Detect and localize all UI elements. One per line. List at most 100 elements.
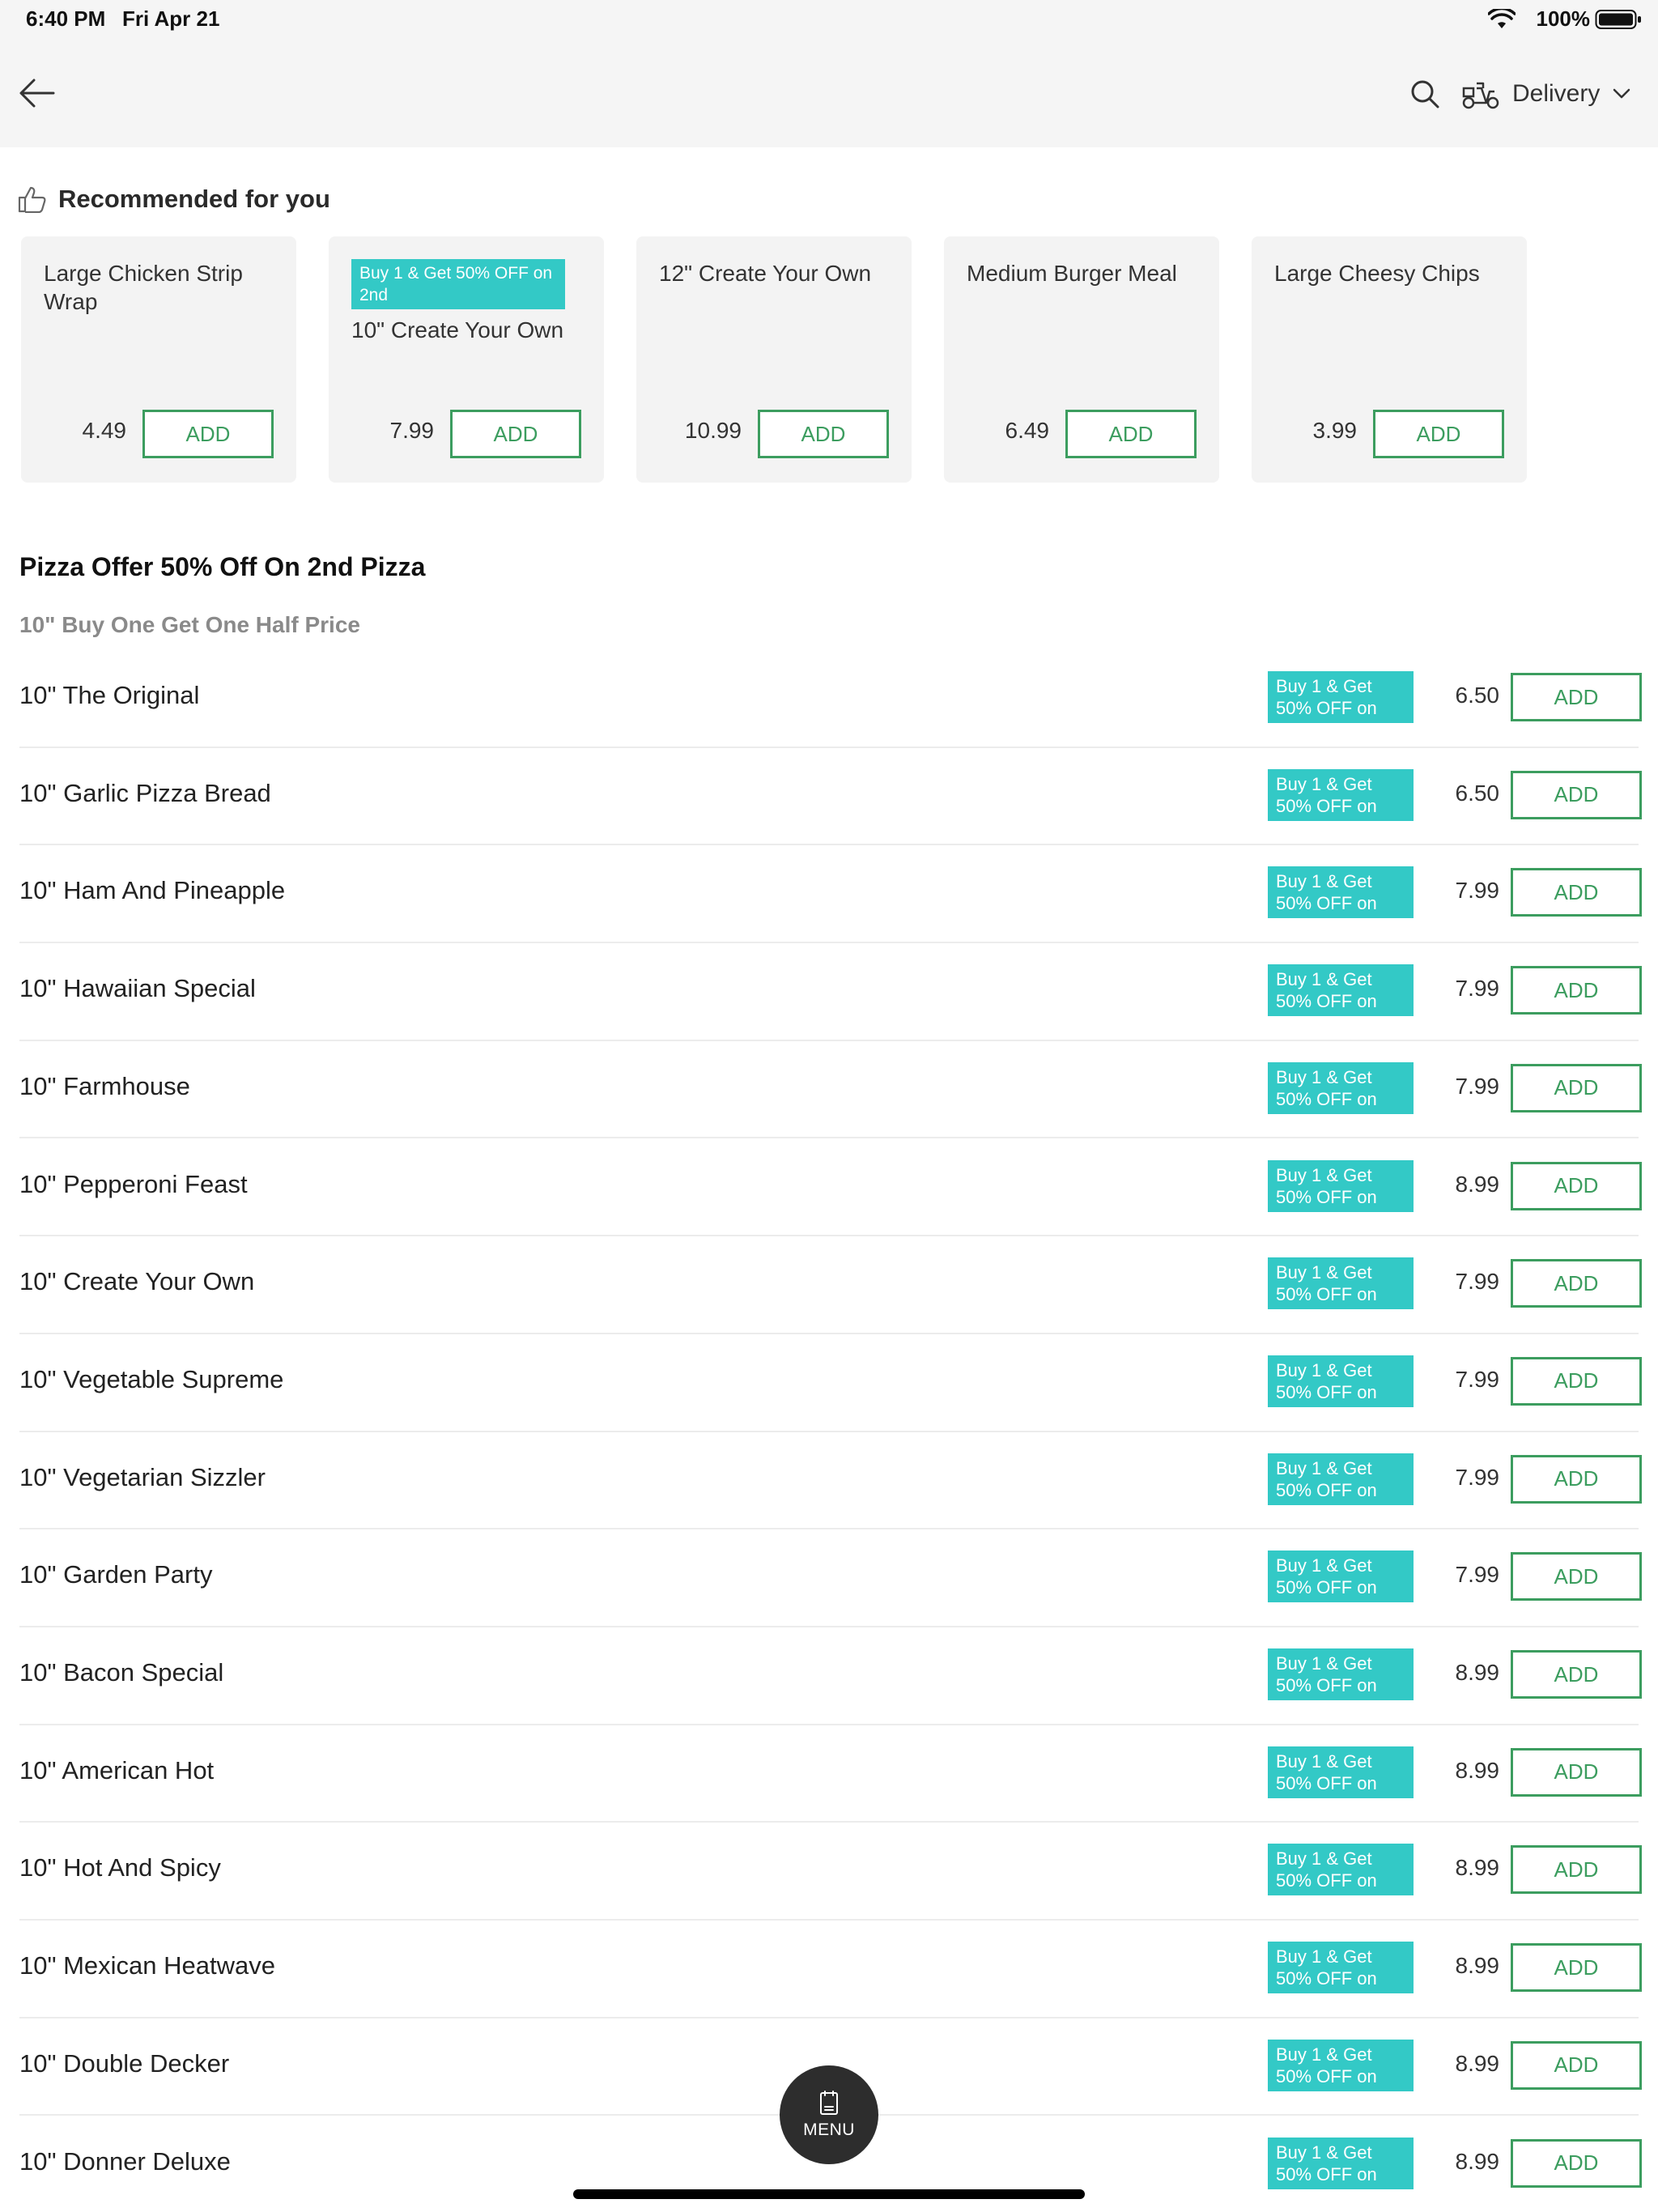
- menu-item-name: 10" Farmhouse: [19, 1071, 190, 1100]
- offer-badge: Buy 1 & Get 50% OFF on 2nd: [1268, 2137, 1414, 2206]
- add-button[interactable]: ADD: [1373, 410, 1504, 458]
- menu-item-name: 10" American Hot: [19, 1755, 215, 1784]
- add-button[interactable]: ADD: [1511, 1259, 1642, 1308]
- offer-badge: Buy 1 & Get 50% OFF on 2nd: [1268, 1746, 1414, 1815]
- recommended-item-name: Large Chicken Strip Wrap: [44, 261, 243, 314]
- recommended-card[interactable]: 12" Create Your Own 10.99 ADD: [636, 236, 912, 483]
- menu-item-price: 8.99: [1455, 1171, 1500, 1197]
- offer-badge: Buy 1 & Get 50% OFF on 2nd: [1268, 1257, 1414, 1326]
- menu-item-row[interactable]: 10" Farmhouse Buy 1 & Get 50% OFF on 2nd …: [19, 1041, 1642, 1139]
- add-button[interactable]: ADD: [1065, 410, 1197, 458]
- add-button[interactable]: ADD: [1511, 868, 1642, 917]
- add-button[interactable]: ADD: [1511, 1747, 1642, 1797]
- menu-item-price: 7.99: [1455, 1562, 1500, 1588]
- menu-item-row[interactable]: 10" Create Your Own Buy 1 & Get 50% OFF o…: [19, 1236, 1642, 1334]
- delivery-mode-selector[interactable]: Delivery: [1462, 73, 1630, 115]
- recommended-item-price: 4.49: [82, 418, 127, 443]
- menu-item-name: 10" The Original: [19, 681, 200, 709]
- menu-item-price: 8.99: [1455, 2148, 1500, 2174]
- offer-badge: Buy 1 & Get 50% OFF on 2nd: [1268, 964, 1414, 1033]
- menu-item-price: 7.99: [1455, 878, 1500, 904]
- menu-item-row[interactable]: 10" Hot And Spicy Buy 1 & Get 50% OFF on …: [19, 1823, 1642, 1921]
- home-indicator: [573, 2189, 1085, 2199]
- menu-item-row[interactable]: 10" Vegetarian Sizzler Buy 1 & Get 50% OF…: [19, 1432, 1642, 1530]
- menu-item-row[interactable]: 10" Garlic Pizza Bread Buy 1 & Get 50% OF…: [19, 748, 1642, 846]
- offer-badge: Buy 1 & Get 50% OFF on 2nd: [1268, 866, 1414, 935]
- menu-item-name: 10" Double Decker: [19, 2048, 230, 2078]
- recommended-item-name: 10" Create Your Own: [351, 317, 564, 342]
- status-date: Fri Apr 21: [122, 6, 220, 31]
- menu-item-row[interactable]: 10" Hawaiian Special Buy 1 & Get 50% OFF …: [19, 943, 1642, 1041]
- scooter-icon: [1462, 82, 1499, 109]
- search-icon[interactable]: [1410, 79, 1439, 108]
- menu-item-name: 10" Bacon Special: [19, 1658, 224, 1687]
- menu-item-row[interactable]: 10" Vegetable Supreme Buy 1 & Get 50% OFF…: [19, 1334, 1642, 1432]
- top-navigation-bar: Delivery: [0, 40, 1658, 147]
- recommended-item-price: 10.99: [684, 418, 742, 443]
- menu-item-price: 8.99: [1455, 1660, 1500, 1685]
- recommended-item-price: 6.49: [1005, 418, 1050, 443]
- back-arrow-icon[interactable]: [18, 77, 55, 109]
- menu-item-name: 10" Garden Party: [19, 1560, 213, 1589]
- recommended-item-name: Medium Burger Meal: [967, 261, 1177, 286]
- add-button[interactable]: ADD: [1511, 1943, 1642, 1993]
- add-button[interactable]: ADD: [1511, 2040, 1642, 2090]
- add-button[interactable]: ADD: [1511, 673, 1642, 721]
- menu-item-row[interactable]: 10" American Hot Buy 1 & Get 50% OFF on 2…: [19, 1725, 1642, 1823]
- status-bar: 6:40 PM Fri Apr 21 100%: [0, 0, 1658, 40]
- add-button[interactable]: ADD: [758, 410, 889, 458]
- add-button[interactable]: ADD: [1511, 1650, 1642, 1699]
- offer-badge: Buy 1 & Get 50% OFF on 2nd: [1268, 1551, 1414, 1619]
- add-button[interactable]: ADD: [1511, 770, 1642, 819]
- menu-item-row[interactable]: 10" Ham And Pineapple Buy 1 & Get 50% OFF…: [19, 845, 1642, 944]
- recommended-item-name: Large Cheesy Chips: [1274, 261, 1480, 286]
- delivery-label: Delivery: [1512, 80, 1601, 107]
- recommended-card[interactable]: Large Chicken Strip Wrap 4.49 ADD: [21, 236, 296, 483]
- menu-button-label: MENU: [803, 2121, 855, 2139]
- add-button[interactable]: ADD: [450, 410, 581, 458]
- menu-item-price: 8.99: [1455, 1757, 1500, 1783]
- menu-item-name: 10" Mexican Heatwave: [19, 1951, 275, 1980]
- add-button[interactable]: ADD: [1511, 1552, 1642, 1602]
- menu-item-name: 10" Pepperoni Feast: [19, 1169, 248, 1198]
- menu-item-row[interactable]: 10" Pepperoni Feast Buy 1 & Get 50% OFF o…: [19, 1139, 1642, 1237]
- menu-item-row[interactable]: 10" Bacon Special Buy 1 & Get 50% OFF on …: [19, 1627, 1642, 1725]
- menu-item-row[interactable]: 10" Garden Party Buy 1 & Get 50% OFF on 2…: [19, 1529, 1642, 1627]
- menu-item-name: 10" Hot And Spicy: [19, 1853, 221, 1882]
- offer-badge: Buy 1 & Get 50% OFF on 2nd: [1268, 1942, 1414, 2010]
- recommended-card[interactable]: Large Cheesy Chips 3.99 ADD: [1252, 236, 1527, 483]
- add-button[interactable]: ADD: [1511, 1356, 1642, 1406]
- section-subtitle: 10" Buy One Get One Half Price: [19, 612, 360, 637]
- menu-item-price: 7.99: [1455, 1464, 1500, 1490]
- menu-book-icon: [820, 2091, 838, 2115]
- wifi-icon: [1488, 9, 1516, 28]
- chevron-down-icon: [1613, 88, 1630, 99]
- offer-badge: Buy 1 & Get 50% OFF on 2nd: [1268, 1844, 1414, 1912]
- add-button[interactable]: ADD: [1511, 966, 1642, 1015]
- offer-badge: Buy 1 & Get 50% OFF on 2nd: [1268, 1453, 1414, 1522]
- menu-item-price: 8.99: [1455, 2050, 1500, 2076]
- add-button[interactable]: ADD: [1511, 1454, 1642, 1504]
- status-time: 6:40 PM: [26, 6, 106, 31]
- recommended-item-price: 7.99: [389, 418, 435, 443]
- section-title: Pizza Offer 50% Off On 2nd Pizza: [19, 552, 426, 581]
- add-button[interactable]: ADD: [1511, 1845, 1642, 1895]
- menu-item-price: 7.99: [1455, 1366, 1500, 1392]
- menu-item-price: 6.50: [1455, 780, 1500, 806]
- menu-item-name: 10" Ham And Pineapple: [19, 876, 286, 905]
- offer-badge: Buy 1 & Get 50% OFF on 2nd: [1268, 1061, 1414, 1131]
- offer-badge: Buy 1 & Get 50% OFF on 2nd: [1268, 1159, 1414, 1229]
- menu-button[interactable]: MENU: [780, 2065, 878, 2164]
- menu-item-price: 7.99: [1455, 1073, 1500, 1099]
- menu-item-row[interactable]: 10" The Original Buy 1 & Get 50% OFF on 2…: [19, 650, 1642, 748]
- add-button[interactable]: ADD: [1511, 1063, 1642, 1112]
- add-button[interactable]: ADD: [142, 410, 274, 458]
- recommended-item-name: 12" Create Your Own: [659, 261, 872, 286]
- menu-item-row[interactable]: 10" Mexican Heatwave Buy 1 & Get 50% OFF …: [19, 1921, 1642, 2018]
- add-button[interactable]: ADD: [1511, 1161, 1642, 1210]
- recommended-card[interactable]: Medium Burger Meal 6.49 ADD: [944, 236, 1219, 483]
- offer-badge: Buy 1 & Get 50% OFF on 2nd: [1268, 1648, 1414, 1717]
- menu-item-price: 6.50: [1455, 683, 1500, 708]
- recommended-card[interactable]: Buy 1 & Get 50% OFF on 2nd 10" Create Yo…: [329, 236, 604, 483]
- add-button[interactable]: ADD: [1511, 2138, 1642, 2188]
